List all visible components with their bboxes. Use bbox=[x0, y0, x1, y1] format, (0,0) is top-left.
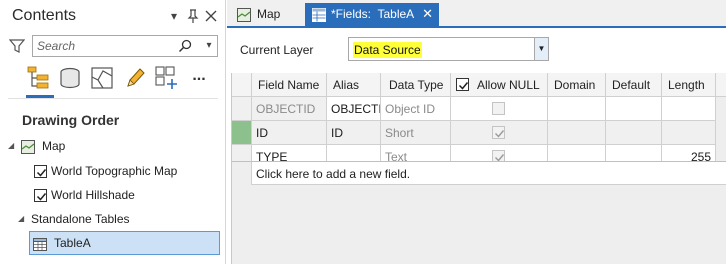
view-tab-bar: Map *Fields: TableA ✕ bbox=[227, 0, 726, 28]
field-name-cell[interactable]: ID bbox=[252, 121, 327, 145]
search-input[interactable] bbox=[37, 38, 177, 54]
length-cell[interactable] bbox=[662, 121, 716, 145]
allow-null-header-checkbox[interactable] bbox=[456, 78, 469, 91]
table-header-row: Field Name Alias Data Type Allow NULL Do… bbox=[232, 73, 726, 97]
layer-visibility-checkbox[interactable] bbox=[34, 165, 47, 178]
list-by-snapping-icon[interactable] bbox=[154, 65, 180, 91]
column-header[interactable]: Data Type bbox=[381, 73, 451, 97]
row-header-corner bbox=[232, 73, 252, 97]
contents-pane: Contents ▾ ▾ bbox=[0, 0, 226, 264]
field-name-cell[interactable]: OBJECTID bbox=[252, 97, 327, 121]
contents-pane-title: Contents bbox=[12, 7, 77, 24]
toolbar-divider bbox=[8, 98, 218, 99]
current-layer-select[interactable]: Data Source ▼ bbox=[348, 37, 549, 61]
column-header-label: Allow NULL bbox=[477, 78, 540, 92]
tree-item-map[interactable]: ◢ Map bbox=[8, 135, 218, 157]
tree-item-table[interactable]: TableA bbox=[29, 231, 220, 255]
map-icon bbox=[21, 139, 35, 154]
allow-null-cell[interactable] bbox=[451, 97, 548, 121]
map-icon bbox=[237, 7, 251, 22]
tab-fields-tablea[interactable]: *Fields: TableA ✕ bbox=[305, 3, 439, 28]
tree-item-layer[interactable]: World Hillshade bbox=[32, 184, 218, 206]
column-header[interactable]: Length bbox=[662, 73, 716, 97]
fields-view: Current Layer Data Source ▼ Field Name A… bbox=[227, 30, 726, 264]
close-icon[interactable] bbox=[203, 8, 219, 24]
add-new-field-text[interactable]: Click here to add a new field. bbox=[256, 162, 410, 186]
tree-item-label: Map bbox=[42, 139, 66, 153]
domain-cell[interactable] bbox=[548, 97, 606, 121]
column-header[interactable]: Field Name bbox=[252, 73, 327, 97]
tree-item-standalone-tables[interactable]: ◢ Standalone Tables bbox=[8, 208, 218, 230]
column-header[interactable]: Alias bbox=[327, 73, 381, 97]
default-cell[interactable] bbox=[606, 97, 662, 121]
tree-item-label: World Topographic Map bbox=[51, 164, 178, 178]
table-row[interactable]: OBJECTID OBJECTID Object ID bbox=[232, 97, 726, 121]
tree-item-label: World Hillshade bbox=[51, 188, 135, 202]
row-header[interactable] bbox=[232, 121, 252, 145]
chevron-down-icon[interactable]: ▾ bbox=[166, 8, 182, 24]
domain-cell[interactable] bbox=[548, 121, 606, 145]
collapse-arrow-icon[interactable]: ◢ bbox=[8, 135, 18, 157]
close-icon[interactable]: ✕ bbox=[422, 3, 433, 25]
collapse-arrow-icon[interactable]: ◢ bbox=[18, 208, 28, 230]
list-by-drawing-order-icon[interactable] bbox=[26, 65, 52, 91]
default-cell[interactable] bbox=[606, 121, 662, 145]
column-header[interactable]: Default bbox=[606, 73, 662, 97]
fields-view-icon bbox=[312, 7, 326, 22]
current-layer-value: Data Source bbox=[353, 42, 422, 58]
row-header[interactable] bbox=[232, 97, 252, 121]
tab-map[interactable]: Map bbox=[229, 3, 301, 28]
column-header[interactable]: Domain bbox=[548, 73, 606, 97]
layer-visibility-checkbox[interactable] bbox=[34, 189, 47, 202]
tree-item-layer[interactable]: World Topographic Map bbox=[32, 160, 218, 182]
add-new-field-row[interactable]: Click here to add a new field. bbox=[232, 161, 726, 185]
fields-table: Field Name Alias Data Type Allow NULL Do… bbox=[231, 73, 726, 264]
alias-cell[interactable]: OBJECTID bbox=[327, 97, 381, 121]
table-row[interactable]: ID ID Short bbox=[232, 121, 726, 145]
more-icon[interactable]: ... bbox=[186, 65, 212, 91]
table-icon bbox=[33, 236, 47, 251]
tab-label: *Fields: TableA bbox=[331, 7, 415, 21]
alias-cell[interactable]: ID bbox=[327, 121, 381, 145]
current-layer-label: Current Layer bbox=[240, 43, 314, 57]
drawing-order-heading: Drawing Order bbox=[22, 112, 120, 128]
filter-icon[interactable] bbox=[8, 38, 26, 54]
list-by-selection-icon[interactable] bbox=[89, 65, 115, 91]
tree-item-label: Standalone Tables bbox=[31, 212, 130, 226]
search-options-dropdown[interactable]: ▾ bbox=[203, 38, 215, 54]
list-by-source-icon[interactable] bbox=[57, 65, 83, 91]
allow-null-cell[interactable] bbox=[451, 121, 548, 145]
pin-icon[interactable] bbox=[185, 8, 201, 24]
column-header-filler bbox=[716, 73, 726, 97]
data-type-cell[interactable]: Object ID bbox=[381, 97, 451, 121]
allow-null-checkbox bbox=[492, 102, 505, 115]
search-icon[interactable] bbox=[178, 39, 192, 53]
tree-item-label: TableA bbox=[54, 236, 91, 250]
search-box: ▾ bbox=[32, 35, 218, 57]
column-header[interactable]: Allow NULL bbox=[451, 73, 548, 97]
chevron-down-icon[interactable]: ▼ bbox=[534, 38, 548, 60]
allow-null-checkbox bbox=[492, 126, 505, 139]
length-cell[interactable] bbox=[662, 97, 716, 121]
list-by-editing-icon[interactable] bbox=[122, 65, 148, 91]
data-type-cell[interactable]: Short bbox=[381, 121, 451, 145]
tab-label: Map bbox=[257, 7, 281, 21]
row-header bbox=[232, 162, 252, 185]
